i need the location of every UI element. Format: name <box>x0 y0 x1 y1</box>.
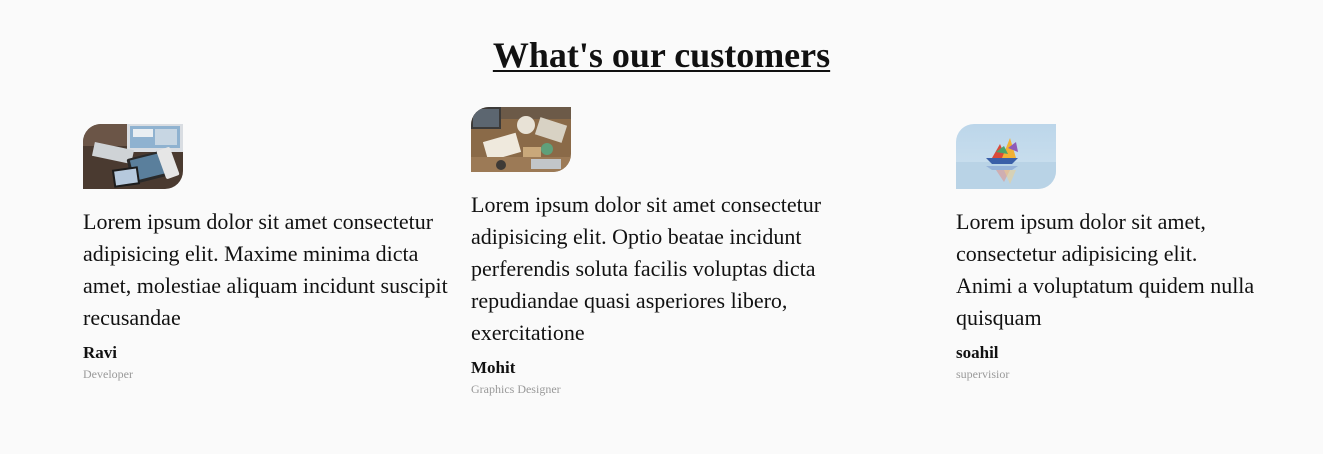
testimonial-card-ravi: Lorem ipsum dolor sit amet consectetur a… <box>83 124 453 381</box>
paper-boat-photo <box>956 124 1056 189</box>
testimonial-role: Developer <box>83 367 133 381</box>
testimonial-name: soahil <box>956 343 999 362</box>
testimonial-quote: Lorem ipsum dolor sit amet, consectetur … <box>956 209 1255 330</box>
testimonial-card-soahil: Lorem ipsum dolor sit amet, consectetur … <box>956 124 1256 381</box>
desk-topdown-photo <box>471 107 571 172</box>
testimonial-card-mohit: Lorem ipsum dolor sit amet consectetur a… <box>471 107 841 396</box>
testimonial-name: Ravi <box>83 343 117 362</box>
testimonial-quote: Lorem ipsum dolor sit amet consectetur a… <box>471 192 822 345</box>
testimonial-role: Graphics Designer <box>471 382 561 396</box>
testimonial-role: supervisior <box>956 367 1010 381</box>
section-title: What's our customers <box>492 35 831 75</box>
workspace-devices-photo <box>83 124 183 189</box>
testimonial-name: Mohit <box>471 358 516 377</box>
testimonial-quote: Lorem ipsum dolor sit amet consectetur a… <box>83 209 448 330</box>
